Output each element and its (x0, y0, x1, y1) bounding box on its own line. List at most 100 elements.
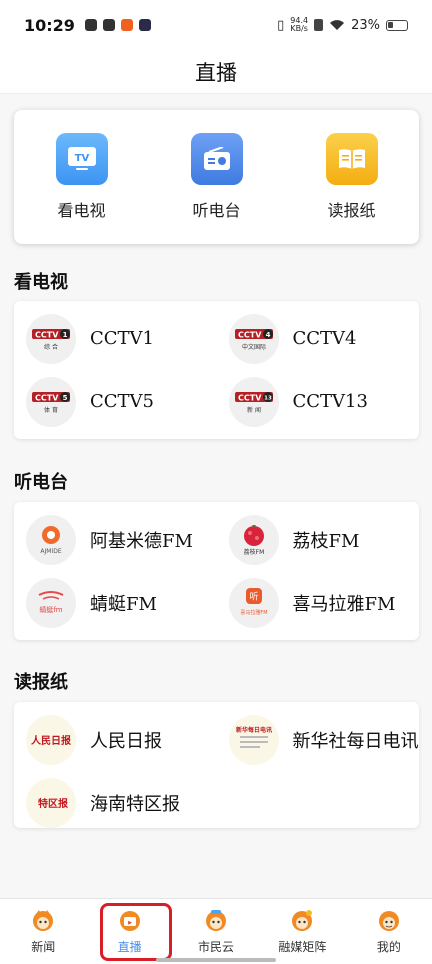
svg-text:4: 4 (265, 331, 270, 339)
quick-entry-label: 看电视 (57, 201, 106, 220)
renmin-logo-text: 人民日报 (31, 734, 71, 747)
newspaper-item-renmin[interactable]: 人民日报 人民日报 (14, 708, 217, 771)
svg-text:CCTV: CCTV (238, 393, 262, 402)
svg-text:13: 13 (264, 395, 272, 401)
newspaper-name: 新华社每日电讯 (292, 730, 419, 752)
tv-channel-list: CCTV 1 综 合 CCTV1 CCTV 4 中文国际 CCTV4 CCTV 5 体 育 … (14, 301, 419, 439)
newspaper-item-hainan[interactable]: 特区报 海南特区报 (14, 771, 217, 834)
channel-name: CCTV5 (90, 391, 155, 412)
app-notification-icon (84, 19, 97, 31)
net-speed: 94.4 KB/s (290, 17, 308, 33)
svg-text:5: 5 (63, 394, 68, 402)
nav-label: 我的 (376, 940, 401, 954)
quick-entry-label: 读报纸 (327, 201, 376, 220)
station-name: 蜻蜓FM (90, 593, 157, 615)
nav-mine[interactable]: 我的 (346, 899, 432, 964)
quick-entry-card: TV 看电视 听电台 读报纸 (14, 110, 419, 244)
radio-item-ximalaya[interactable]: 听喜马拉雅FM 喜马拉雅FM (217, 571, 420, 634)
svg-text:CCTV: CCTV (35, 393, 59, 402)
svg-text:1: 1 (63, 331, 68, 339)
section-title-radio: 听电台 (14, 472, 68, 493)
station-name: 阿基米德FM (90, 530, 193, 552)
bottom-nav: 新闻 ▶ 直播 市民云 融媒矩阵 我的 (0, 898, 432, 964)
newspaper-list: 人民日报 人民日报 新华每日电讯 新华社每日电讯 特区报 海南特区报 (14, 702, 419, 828)
svg-text:CCTV: CCTV (238, 330, 262, 339)
quick-entry-radio[interactable]: 听电台 (162, 133, 272, 221)
nav-news[interactable]: 新闻 (0, 899, 86, 964)
channel-name: CCTV13 (292, 391, 368, 412)
newspaper-icon (325, 133, 378, 185)
channel-item-cctv5[interactable]: CCTV 5 体 育 CCTV5 (14, 370, 217, 433)
section-title-newspaper: 读报纸 (14, 672, 68, 693)
qingting-logo-text: 蜻蜓fm (39, 605, 62, 614)
cctv-logo: CCTV 4 中文国际 (228, 313, 279, 364)
station-name: 喜马拉雅FM (292, 593, 396, 615)
radio-item-lizhi[interactable]: 荔枝FM 荔枝FM (217, 508, 420, 571)
newspaper-name: 海南特区报 (90, 793, 180, 815)
status-right: ▯ 94.4 KB/s 23% (277, 17, 408, 33)
nav-label: 新闻 (31, 940, 56, 954)
svg-text:听: 听 (249, 591, 258, 602)
nav-citizen-cloud[interactable]: 市民云 (173, 899, 259, 964)
cctv-logo-sub: 体 育 (44, 406, 58, 414)
quick-entry-newspaper[interactable]: 读报纸 (297, 133, 407, 221)
page-header: 直播 (0, 50, 432, 94)
radio-item-qingting[interactable]: 蜻蜓fm 蜻蜓FM (14, 571, 217, 634)
xinhua-logo-text: 新华每日电讯 (235, 726, 271, 734)
mascot-icon (206, 910, 227, 931)
renmin-ribao-logo: 人民日报 (26, 714, 76, 765)
wifi-icon (330, 20, 345, 30)
channel-item-cctv13[interactable]: CCTV 13 新 闻 CCTV13 (217, 370, 420, 433)
cctv-logo: CCTV 5 体 育 (26, 376, 76, 427)
mascot-live-icon: ▶ (119, 911, 140, 931)
status-time: 10:29 (24, 15, 75, 35)
channel-name: CCTV4 (292, 328, 357, 349)
channel-item-cctv4[interactable]: CCTV 4 中文国际 CCTV4 (217, 307, 420, 370)
page-title: 直播 (195, 60, 237, 85)
newspaper-name: 人民日报 (90, 730, 162, 752)
cctv-logo-sub: 综 合 (44, 343, 58, 351)
mascot-icon (378, 911, 399, 931)
cctv-logo-sub: 中文国际 (241, 343, 265, 351)
vibrate-icon: ▯ (277, 17, 285, 33)
ajmide-logo: AJMIDE (26, 514, 76, 565)
quick-entry-tv[interactable]: TV 看电视 (27, 133, 137, 221)
cctv-logo-sub: 新 闻 (247, 406, 261, 414)
sim-icon (314, 19, 324, 31)
ximalaya-logo: 听喜马拉雅FM (228, 577, 279, 628)
station-name: 荔枝FM (292, 530, 360, 552)
hainan-tequbao-logo: 特区报 (26, 777, 76, 828)
newspaper-item-xinhua[interactable]: 新华每日电讯 新华社每日电讯 (217, 708, 420, 771)
nav-live[interactable]: ▶ 直播 (86, 899, 172, 964)
ajmide-logo-text: AJMIDE (40, 548, 61, 555)
nav-label: 融媒矩阵 (278, 940, 327, 954)
radio-item-ajmide[interactable]: AJMIDE 阿基米德FM (14, 508, 217, 571)
play-notification-icon (138, 19, 151, 31)
status-bar: 10:29 ▯ 94.4 KB/s 23% (0, 0, 432, 50)
cctv-logo: CCTV 13 新 闻 (228, 376, 279, 427)
xinhua-meiri-logo: 新华每日电讯 (228, 714, 279, 765)
nav-label: 市民云 (198, 940, 235, 954)
app-root: 10:29 ▯ 94.4 KB/s 23% 直播 TV 看电视 听电台 读报纸 … (0, 0, 432, 964)
svg-text:▶: ▶ (128, 920, 132, 926)
channel-item-cctv1[interactable]: CCTV 1 综 合 CCTV1 (14, 307, 217, 370)
svg-text:CCTV: CCTV (35, 330, 59, 339)
battery-icon (386, 19, 408, 31)
svg-text:TV: TV (74, 153, 89, 164)
lizhi-logo-text: 荔枝FM (243, 548, 264, 556)
radio-station-list: AJMIDE 阿基米德FM 荔枝FM 荔枝FM 蜻蜓fm 蜻蜓FM 听喜马拉雅F… (14, 502, 419, 640)
nav-media-matrix[interactable]: 融媒矩阵 (259, 899, 345, 964)
app-notification-icon-orange (120, 19, 133, 31)
hainan-logo-text: 特区报 (38, 797, 68, 810)
mascot-icon (33, 910, 54, 931)
battery-percent: 23% (351, 17, 380, 33)
radio-icon (190, 133, 243, 185)
channel-name: CCTV1 (90, 328, 155, 349)
tv-icon: TV (55, 133, 108, 185)
mail-notification-icon (102, 19, 115, 31)
lizhi-logo: 荔枝FM (228, 514, 279, 565)
section-title-tv: 看电视 (14, 272, 68, 293)
ximalaya-logo-text: 喜马拉雅FM (240, 609, 267, 616)
home-indicator[interactable] (156, 958, 276, 962)
quick-entry-label: 听电台 (192, 201, 241, 220)
